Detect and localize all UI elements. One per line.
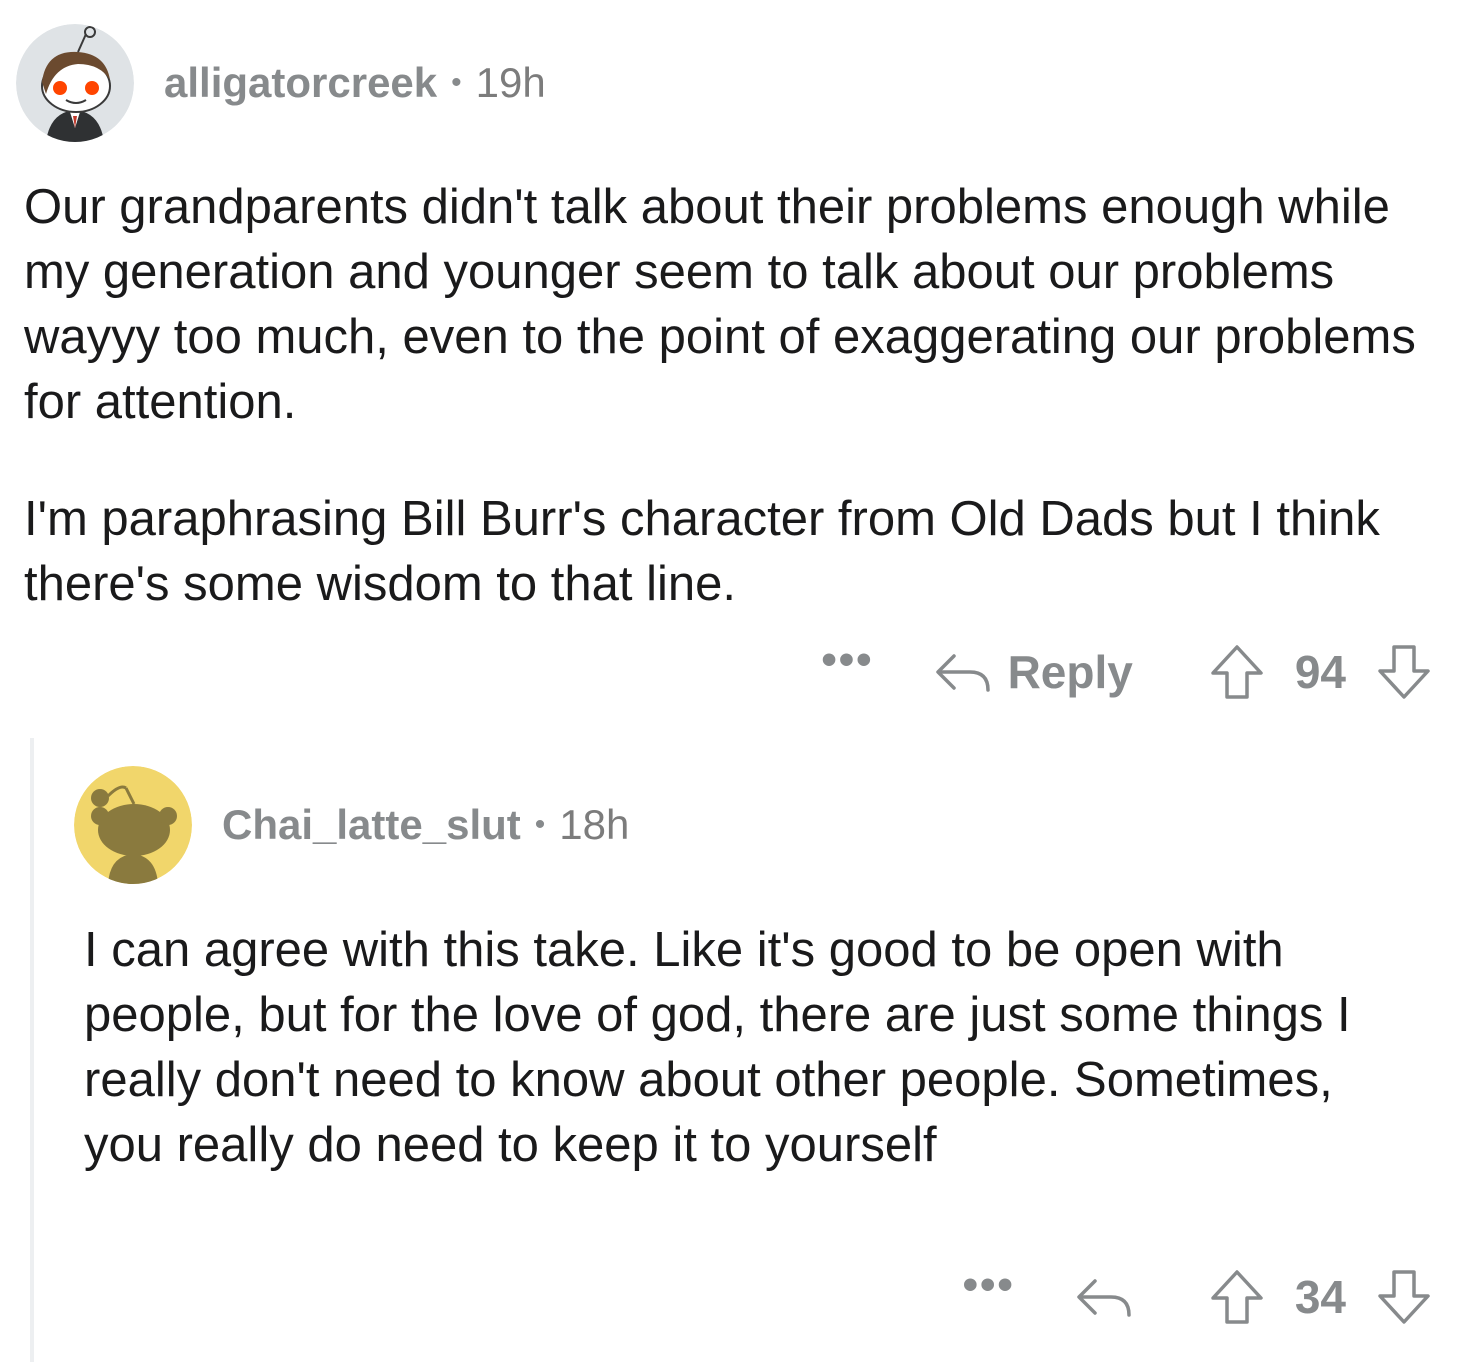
comment-header: alligatorcreek • 19h	[16, 24, 546, 142]
timestamp[interactable]: 18h	[559, 801, 629, 849]
reply-arrow-icon	[1077, 1279, 1131, 1317]
comment-meta: alligatorcreek • 19h	[164, 59, 546, 107]
downvote-arrow-icon[interactable]	[1376, 643, 1432, 701]
avatar[interactable]	[16, 24, 134, 142]
more-options-button[interactable]: •••	[963, 1260, 1015, 1310]
downvote-arrow-icon[interactable]	[1376, 1268, 1432, 1326]
comment-paragraph: I can agree with this take. Like it's go…	[84, 923, 1351, 1172]
upvote-arrow-icon[interactable]	[1209, 1268, 1265, 1326]
comment-paragraph: I'm paraphrasing Bill Burr's character f…	[24, 492, 1380, 611]
vote-score: 34	[1294, 1271, 1346, 1323]
comment-paragraph: Our grandparents didn't talk about their…	[24, 180, 1416, 429]
vote-score: 94	[1294, 646, 1346, 698]
meta-separator: •	[534, 808, 546, 841]
comment-meta: Chai_latte_slut • 18h	[222, 801, 629, 849]
username[interactable]: Chai_latte_slut	[222, 801, 521, 849]
timestamp[interactable]: 19h	[476, 59, 546, 107]
comment-header: Chai_latte_slut • 18h	[74, 766, 629, 884]
comment-body: I can agree with this take. Like it's go…	[84, 918, 1424, 1178]
comment-body: Our grandparents didn't talk about their…	[24, 175, 1464, 617]
upvote-arrow-icon[interactable]	[1209, 643, 1265, 701]
comment-actions: ••• 34	[963, 1260, 1432, 1329]
avatar-snoo-icon	[16, 24, 134, 142]
avatar[interactable]	[74, 766, 192, 884]
reply-arrow-icon	[935, 654, 990, 692]
vote-controls: 34	[1209, 1268, 1432, 1326]
more-options-button[interactable]: •••	[821, 635, 873, 685]
comment-actions: ••• Reply 94	[821, 635, 1432, 704]
reply-button[interactable]	[1075, 1275, 1133, 1319]
meta-separator: •	[451, 66, 462, 99]
avatar-snoo-icon	[74, 766, 192, 884]
thread-line[interactable]	[30, 738, 34, 1362]
vote-controls: 94	[1209, 643, 1432, 701]
reply-label: Reply	[1007, 646, 1133, 698]
reply-button[interactable]: Reply	[934, 645, 1133, 699]
username[interactable]: alligatorcreek	[164, 59, 437, 107]
